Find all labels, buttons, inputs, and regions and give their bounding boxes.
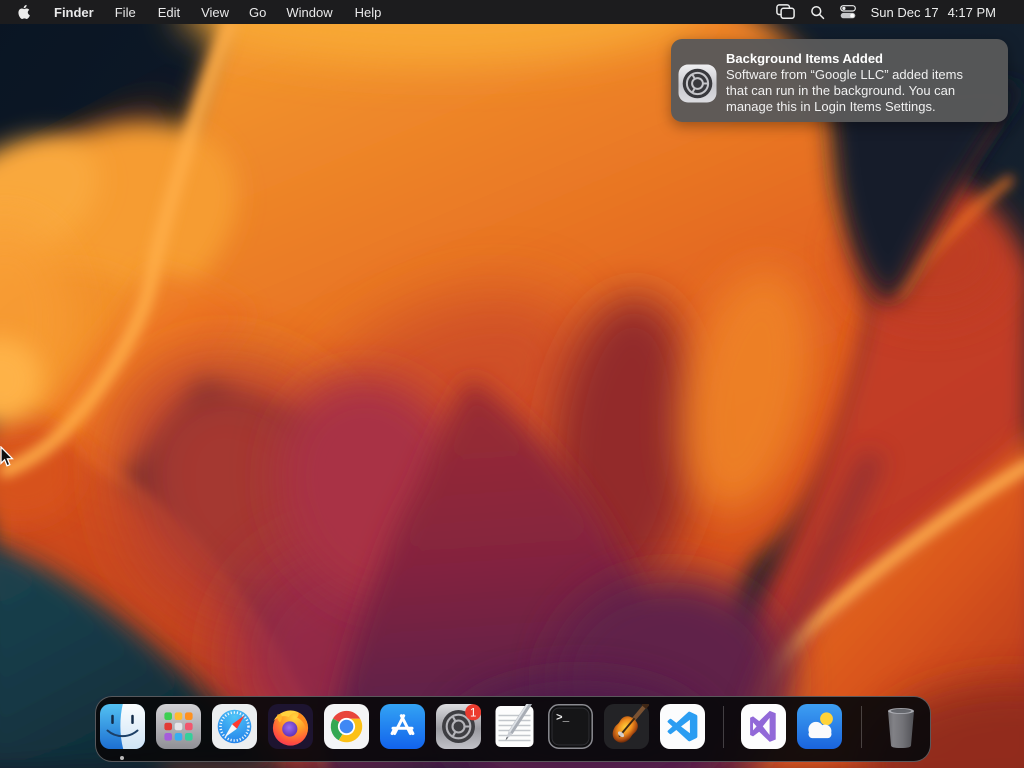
svg-text:>_: >_: [556, 713, 570, 725]
svg-text:1: 1: [470, 707, 476, 719]
